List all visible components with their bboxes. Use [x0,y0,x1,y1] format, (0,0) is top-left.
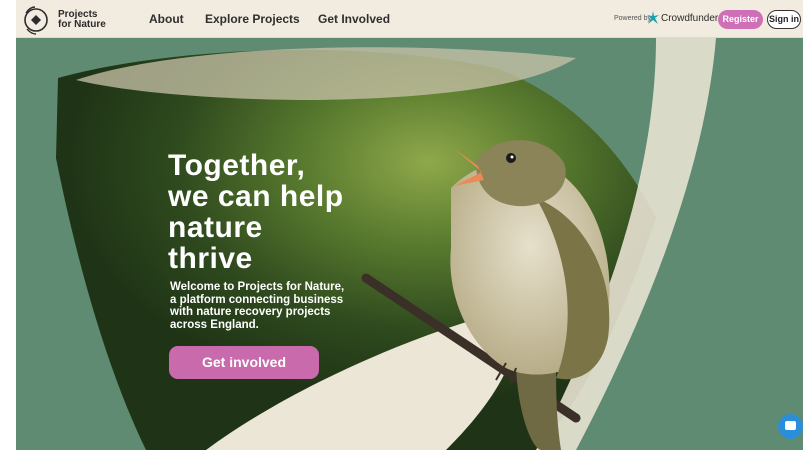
logo-line-2: for Nature [58,19,106,30]
register-button[interactable]: Register [718,10,763,29]
nav-get-involved[interactable]: Get Involved [318,12,390,26]
intro-line-1: Welcome to Projects for Nature, [170,281,345,293]
sign-in-button[interactable]: Sign in [767,10,801,29]
nav-about[interactable]: About [149,12,184,26]
chat-icon [785,421,796,430]
headline-line-4: thrive [168,242,253,275]
chat-widget-button[interactable] [778,414,803,439]
logo-wordmark[interactable]: Projects for Nature [58,10,106,30]
hero-section: Together, we can help nature thrive Welc… [16,38,803,450]
headline-line-1: Together, [168,149,306,182]
headline-line-3: nature [168,211,263,244]
hero-intro: Welcome to Projects for Nature, a platfo… [170,281,380,331]
intro-line-3: with nature recovery projects [170,306,331,318]
headline-line-2: we can help [168,180,344,213]
page-left-margin [0,0,16,450]
crowdfunder-label: Crowdfunder [661,13,719,24]
get-involved-button[interactable]: Get involved [169,346,319,379]
powered-by-label: Powered by [614,15,651,22]
intro-line-2: a platform connecting business [170,293,344,306]
nav-explore-projects[interactable]: Explore Projects [205,12,300,26]
crowdfunder-icon [647,11,659,24]
site-header: Projects for Nature About Explore Projec… [16,0,803,38]
intro-line-4: across England. [170,318,259,331]
hero-headline: Together, we can help nature thrive [168,150,428,274]
